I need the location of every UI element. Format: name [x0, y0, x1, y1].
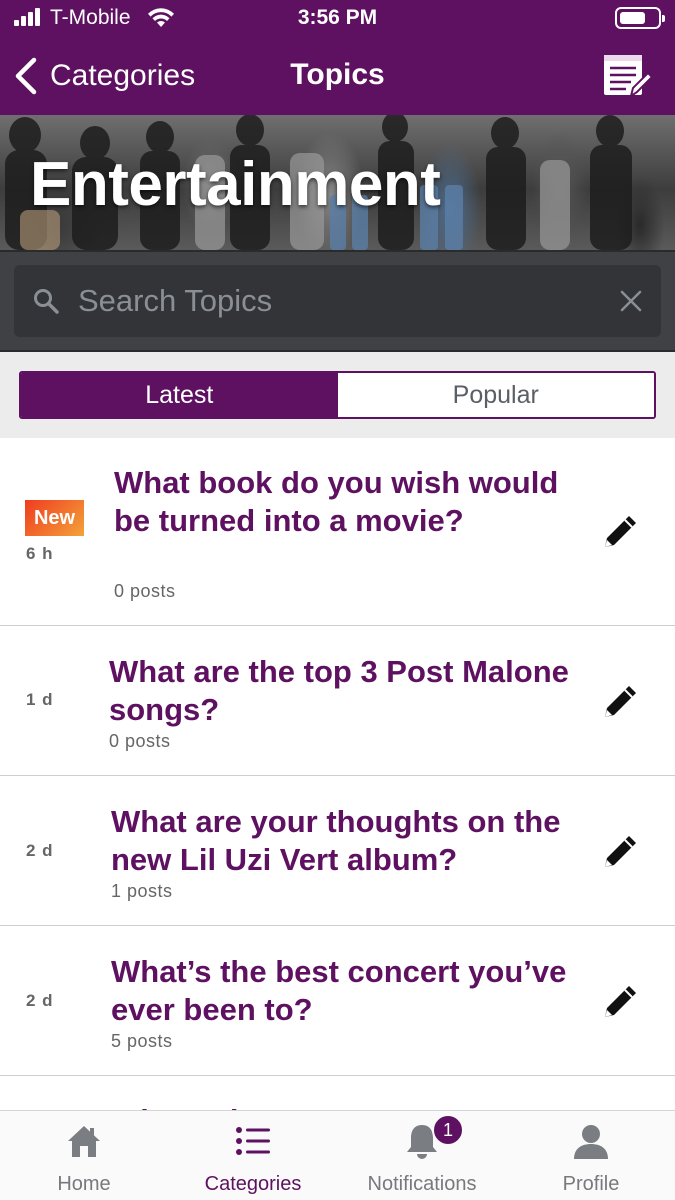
topic-title: What ... k ...	[111, 1102, 581, 1110]
person-icon	[574, 1125, 608, 1159]
topic-row[interactable]: New 6 h What book do you wish would be t…	[0, 438, 675, 626]
list-icon	[236, 1127, 270, 1155]
back-button-label: Categories	[50, 59, 196, 92]
search-bar	[0, 250, 675, 352]
new-badge: New	[25, 500, 84, 536]
topic-row[interactable]: What ... k ...	[0, 1076, 675, 1110]
pencil-icon[interactable]	[601, 981, 641, 1021]
battery-icon	[615, 7, 665, 29]
topic-title: What book do you wish would be turned in…	[114, 465, 559, 538]
battery-level	[620, 12, 645, 24]
status-time: 3:56 PM	[297, 6, 378, 29]
search-field[interactable]	[14, 265, 661, 337]
topic-list: New 6 h What book do you wish would be t…	[0, 438, 675, 1110]
search-input[interactable]	[78, 275, 598, 327]
topic-row[interactable]: 1 d What are the top 3 Post Malone songs…	[0, 626, 675, 776]
pencil-icon[interactable]	[601, 831, 641, 871]
sort-segmented-control: Latest Popular	[19, 371, 656, 419]
tab-categories-label: Categories	[204, 1173, 302, 1195]
tab-categories[interactable]: Categories	[169, 1111, 337, 1200]
topic-post-count: 0 posts	[109, 731, 171, 751]
tab-bar: Home Categories 1 Notifications Profile	[0, 1110, 675, 1200]
search-icon	[34, 289, 59, 314]
topic-title: What are the top 3 Post Malone songs?	[109, 654, 569, 727]
topic-title: What are your thoughts on the new Lil Uz…	[111, 804, 561, 877]
tab-profile-label: Profile	[562, 1173, 620, 1195]
tab-home[interactable]: Home	[0, 1111, 168, 1200]
top-bar: T-Mobile 3:56 PM Categories Topics	[0, 0, 675, 115]
topic-post-count: 0 posts	[114, 581, 176, 601]
topic-post-count: 1 posts	[111, 881, 173, 901]
chevron-left-icon	[15, 57, 37, 95]
topic-age: 6 h	[26, 544, 54, 563]
pencil-icon[interactable]	[601, 681, 641, 721]
category-banner: Entertainment	[0, 115, 675, 250]
tab-profile[interactable]: Profile	[507, 1111, 675, 1200]
topic-age: 1 d	[26, 690, 54, 709]
status-bar: T-Mobile 3:56 PM	[0, 0, 675, 38]
topic-row[interactable]: 2 d What’s the best concert you’ve ever …	[0, 926, 675, 1076]
back-button[interactable]: Categories	[12, 52, 195, 100]
topic-row[interactable]: 2 d What are your thoughts on the new Li…	[0, 776, 675, 926]
category-title: Entertainment	[30, 150, 441, 219]
tab-popular[interactable]: Popular	[337, 373, 654, 417]
notification-count-badge: 1	[432, 1114, 464, 1146]
topic-post-count: 5 posts	[111, 1031, 173, 1051]
topic-title: What’s the best concert you’ve ever been…	[111, 954, 567, 1027]
tab-notifications[interactable]: 1 Notifications	[338, 1111, 506, 1200]
sort-control-area: Latest Popular	[0, 352, 675, 438]
tab-notifications-label: Notifications	[367, 1173, 477, 1195]
topic-age: 2 d	[26, 841, 54, 860]
tab-latest[interactable]: Latest	[21, 373, 338, 417]
topic-age: 2 d	[26, 991, 54, 1010]
close-icon[interactable]	[619, 289, 643, 313]
pencil-icon[interactable]	[601, 511, 641, 551]
compose-list-icon[interactable]	[601, 52, 653, 100]
tab-home-label: Home	[57, 1173, 111, 1195]
home-icon	[68, 1126, 100, 1157]
